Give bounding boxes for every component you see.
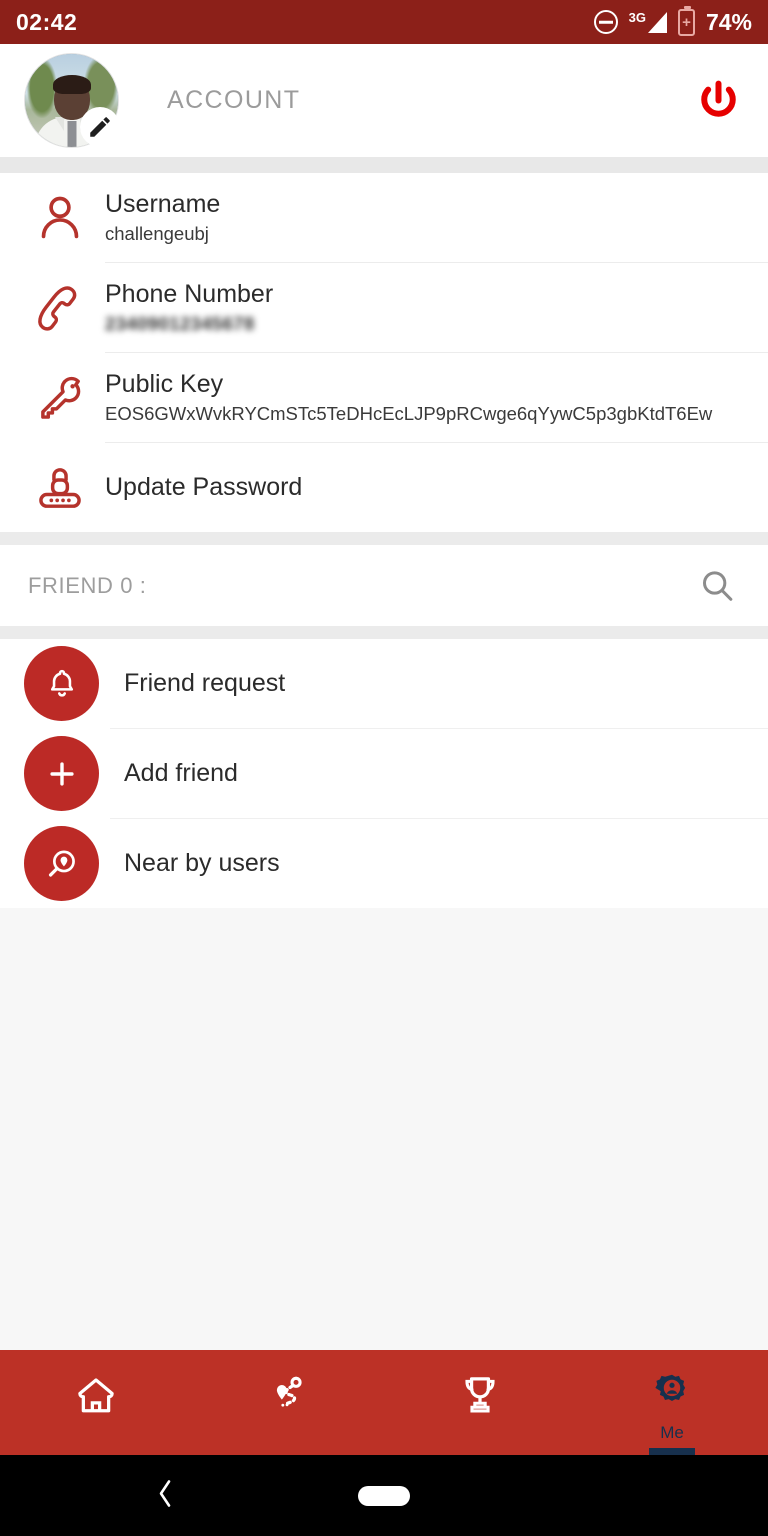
pencil-glyph	[90, 117, 110, 137]
account-gear-icon	[655, 1374, 686, 1402]
avatar-hair	[52, 75, 91, 94]
bell-glyph	[50, 669, 73, 697]
password-glyph	[39, 467, 81, 508]
search-glyph	[703, 570, 733, 601]
friend-action-add-friend[interactable]: Add friend	[0, 729, 768, 818]
person-glyph	[41, 196, 79, 238]
power-glyph	[700, 80, 736, 117]
status-bar-icons: 3G + 74%	[593, 5, 752, 36]
pencil-edit-icon[interactable]	[80, 107, 120, 147]
account-row-public-key[interactable]: Public Key EOS6GWxWvkRYCmSTc5TeDHcEcLJP9…	[0, 353, 768, 442]
bottom-navigation-bar: Me	[0, 1350, 768, 1455]
account-label: Public Key	[105, 370, 224, 399]
account-value: 23409012345678	[105, 312, 255, 334]
friend-actions-card: Friend request Add friend Near by users	[0, 639, 768, 908]
app-header: ACCOUNT	[0, 44, 768, 157]
nav-tab-home[interactable]	[0, 1350, 192, 1455]
bell-notification-icon	[24, 646, 99, 721]
phone-handset-icon	[34, 282, 105, 334]
account-card: Username challengeubj Phone Number 23409…	[0, 173, 768, 532]
friend-action-friend-request[interactable]: Friend request	[0, 639, 768, 728]
nav-tab-me[interactable]: Me	[576, 1350, 768, 1455]
nav-tab-label: Me	[660, 1423, 684, 1442]
phone-glyph	[38, 285, 77, 331]
account-row-text: Username challengeubj	[105, 190, 768, 245]
battery-percent-label: 74%	[705, 8, 752, 35]
back-chevron-glyph	[159, 1479, 171, 1507]
power-logout-icon[interactable]	[692, 75, 744, 127]
status-bar-time: 02:42	[16, 8, 78, 35]
home-pill-icon[interactable]	[358, 1485, 410, 1506]
account-row-update-password[interactable]: Update Password	[0, 443, 768, 532]
back-chevron-icon[interactable]	[152, 1476, 178, 1515]
avatar-tie	[67, 121, 76, 147]
password-lock-icon	[34, 462, 105, 514]
account-row-username[interactable]: Username challengeubj	[0, 173, 768, 262]
friend-action-label: Near by users	[124, 849, 280, 877]
account-row-text: Update Password	[105, 473, 768, 503]
nav-active-indicator	[649, 1448, 695, 1455]
account-label: Phone Number	[105, 280, 274, 309]
friend-action-label: Add friend	[124, 759, 238, 787]
section-divider-friend	[0, 626, 768, 639]
friend-action-label: Friend request	[124, 669, 286, 697]
location-search-glyph	[48, 850, 75, 877]
key-glyph	[41, 376, 81, 419]
person-icon	[34, 192, 105, 244]
battery-plus-glyph: +	[682, 13, 691, 31]
nav-tab-trophy[interactable]	[384, 1350, 576, 1455]
key-icon	[34, 372, 105, 424]
do-not-disturb-icon	[593, 10, 618, 34]
empty-content-area	[0, 908, 768, 1350]
location-search-icon	[24, 826, 99, 901]
account-row-text: Phone Number 23409012345678	[105, 280, 768, 335]
section-divider-top	[0, 157, 768, 173]
page-title: ACCOUNT	[167, 86, 301, 114]
account-value: EOS6GWxWvkRYCmSTc5TeDHcEcLJP9pRCwge6qYyw…	[105, 402, 713, 424]
battery-charging-icon: +	[677, 5, 695, 36]
friend-section-header: FRIEND 0 :	[0, 545, 768, 626]
avatar[interactable]	[24, 53, 120, 148]
android-navigation-bar	[0, 1455, 768, 1536]
search-icon[interactable]	[694, 563, 740, 609]
network-type-label: 3G	[628, 10, 646, 25]
avatar-collar-left	[54, 117, 64, 131]
signal-bars-icon: 3G	[629, 11, 667, 33]
account-row-phone-number[interactable]: Phone Number 23409012345678	[0, 263, 768, 352]
signal-triangle-icon	[647, 12, 667, 33]
plus-glyph	[49, 761, 74, 786]
account-label: Update Password	[105, 472, 303, 501]
nav-tab-route[interactable]	[192, 1350, 384, 1455]
status-bar: 02:42 3G + 74%	[0, 0, 768, 44]
friend-count-label: FRIEND 0 :	[28, 572, 147, 598]
section-divider-middle	[0, 532, 768, 545]
account-value: challengeubj	[105, 222, 209, 244]
route-map-icon	[276, 1376, 302, 1407]
trophy-icon	[465, 1377, 495, 1413]
home-icon	[78, 1378, 114, 1413]
account-label: Username	[105, 190, 221, 219]
friend-action-near-by-users[interactable]: Near by users	[0, 819, 768, 908]
plus-icon	[24, 736, 99, 811]
phone-screen: 02:42 3G + 74% ACCOUNT Username challeng…	[0, 0, 768, 1536]
account-row-text: Public Key EOS6GWxWvkRYCmSTc5TeDHcEcLJP9…	[105, 370, 768, 425]
